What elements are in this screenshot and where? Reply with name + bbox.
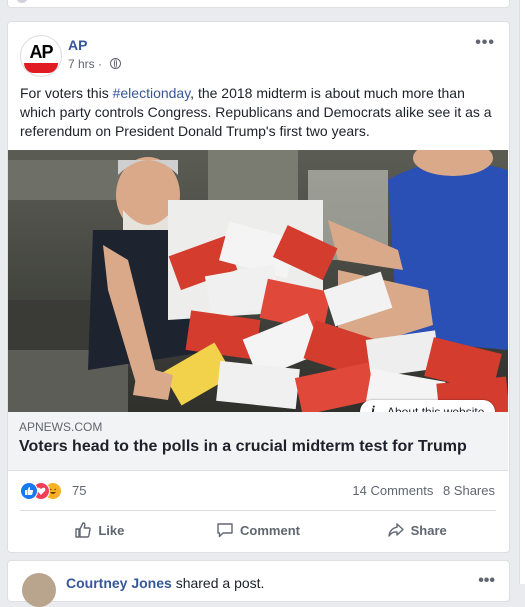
engagement-counts: 14 Comments 8 Shares	[346, 483, 495, 498]
comment-icon	[217, 523, 233, 538]
avatar-logo-text: AP	[29, 42, 53, 62]
like-button[interactable]: Like	[20, 512, 179, 548]
link-preview-details[interactable]: APNEWS.COM Voters head to the polls in a…	[8, 412, 508, 471]
page-name-link[interactable]: AP	[68, 37, 87, 53]
next-post-header: Courtney Jones shared a post.	[66, 575, 264, 591]
link-preview-image[interactable]: i About this website	[8, 150, 508, 412]
post-text: For voters this #electionday, the 2018 m…	[20, 84, 498, 141]
avatar-logo-red	[24, 63, 58, 73]
thumbs-up-icon	[75, 522, 92, 538]
hashtag-link[interactable]: #electionday	[113, 85, 191, 101]
next-post-author-link[interactable]: Courtney Jones	[66, 575, 172, 591]
share-button[interactable]: Share	[337, 512, 496, 548]
next-post-action: shared a post.	[171, 575, 265, 591]
comment-label: Comment	[240, 522, 300, 538]
right-sidebar-border	[519, 0, 520, 584]
reaction-count: 75	[72, 483, 87, 498]
previous-post-avatar	[16, 0, 28, 3]
share-icon	[387, 523, 404, 537]
comment-button[interactable]: Comment	[179, 512, 338, 548]
post-meta: 7 hrs ·	[68, 57, 122, 71]
actions-divider	[20, 510, 496, 511]
ballot-photo-illustration	[8, 150, 508, 412]
next-post-avatar[interactable]	[22, 573, 56, 607]
shares-count-link[interactable]: 8 Shares	[443, 483, 495, 498]
about-website-label: About this website	[387, 405, 485, 412]
previous-post-card	[7, 0, 510, 8]
about-website-button[interactable]: i About this website	[360, 400, 495, 412]
meta-separator: ·	[98, 57, 103, 71]
post-actions-bar: Like Comment Share	[20, 512, 496, 548]
link-domain: APNEWS.COM	[19, 420, 103, 434]
next-post-options-button[interactable]: •••	[478, 572, 495, 590]
next-post-card: Courtney Jones shared a post. •••	[7, 560, 510, 607]
info-icon: i	[371, 404, 375, 412]
post-options-button[interactable]: •••	[475, 34, 495, 52]
like-label: Like	[98, 522, 125, 538]
post-card: AP AP 7 hrs · ••• For voters this #elect…	[7, 21, 510, 553]
post-timestamp[interactable]: 7 hrs	[68, 57, 95, 71]
comments-count-link[interactable]: 14 Comments	[352, 483, 433, 498]
page-avatar[interactable]: AP	[20, 35, 62, 77]
like-reaction-icon	[20, 482, 38, 500]
share-label: Share	[410, 522, 447, 538]
post-text-start: For voters this	[20, 85, 113, 101]
globe-icon	[110, 58, 122, 69]
link-headline[interactable]: Voters head to the polls in a crucial mi…	[19, 438, 467, 456]
